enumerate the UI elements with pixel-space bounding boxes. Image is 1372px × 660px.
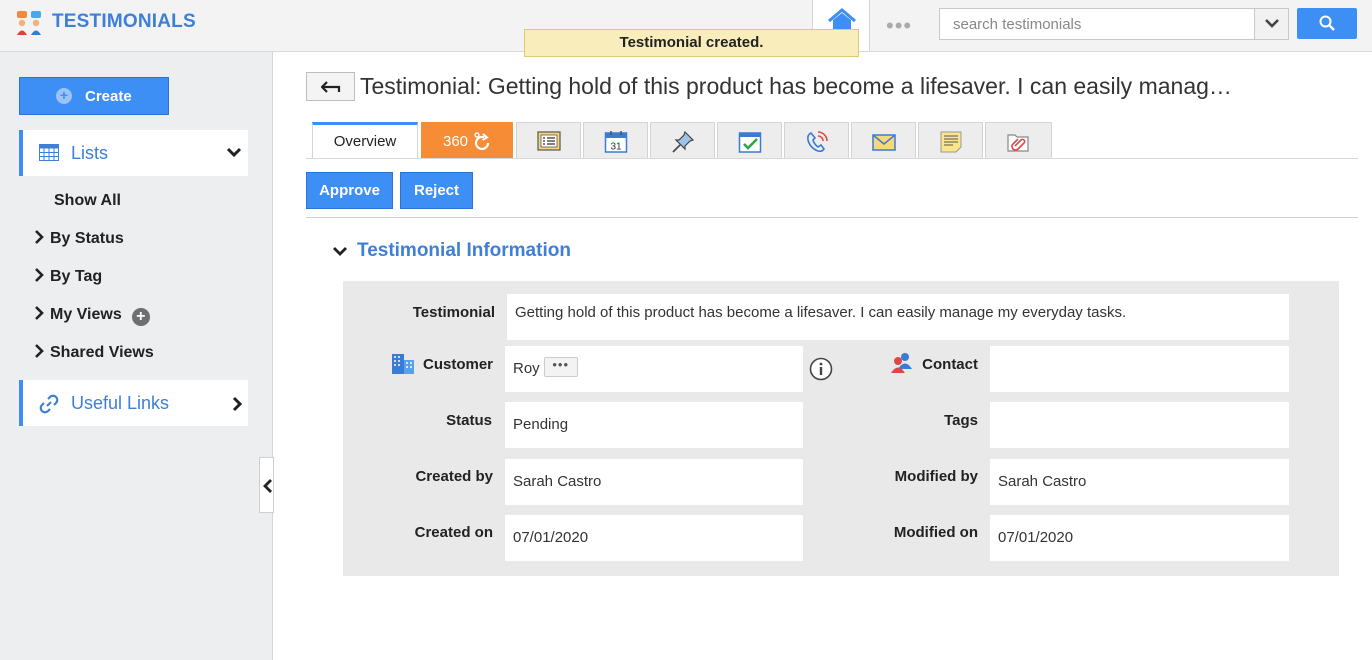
page-title: Testimonial: Getting hold of this produc… bbox=[360, 73, 1230, 99]
table-grid-icon bbox=[39, 144, 59, 161]
phone-icon bbox=[807, 131, 828, 153]
chevron-right-icon bbox=[35, 268, 44, 282]
field-label-status: Status bbox=[446, 412, 492, 429]
field-value-status: Pending bbox=[505, 402, 803, 448]
chevron-right-icon bbox=[35, 344, 44, 358]
chevron-down-icon bbox=[1265, 19, 1279, 28]
plus-circle-icon: + bbox=[56, 88, 72, 104]
useful-links-label: Useful Links bbox=[71, 393, 170, 413]
sidebar-item-shared-views[interactable]: Shared Views bbox=[34, 344, 154, 362]
form-icon bbox=[537, 131, 561, 151]
tab-call[interactable] bbox=[784, 122, 849, 159]
tab-form[interactable] bbox=[516, 122, 581, 159]
field-label-created-by: Created by bbox=[415, 468, 493, 485]
sidebar-lists-panel[interactable]: Lists bbox=[19, 130, 248, 176]
note-icon bbox=[940, 131, 962, 153]
approve-button[interactable]: Approve bbox=[306, 172, 393, 209]
sidebar-useful-links-panel[interactable]: Useful Links bbox=[19, 380, 248, 426]
app-title: TESTIMONIALS bbox=[52, 11, 196, 32]
sidebar-item-my-views[interactable]: My Views + bbox=[34, 306, 150, 326]
field-value-created-by: Sarah Castro bbox=[505, 459, 803, 505]
more-menu-button[interactable]: ••• bbox=[886, 13, 912, 39]
field-value-created-on: 07/01/2020 bbox=[505, 515, 803, 561]
sidebar-item-label: My Views bbox=[50, 306, 122, 323]
reject-button[interactable]: Reject bbox=[400, 172, 473, 209]
search-icon bbox=[1319, 15, 1335, 31]
sidebar-item-label: By Tag bbox=[50, 268, 103, 285]
sidebar-item-label: Shared Views bbox=[50, 344, 154, 361]
home-icon bbox=[828, 8, 856, 30]
refresh-icon bbox=[474, 132, 490, 151]
tab-overview[interactable]: Overview bbox=[312, 122, 418, 159]
lists-label: Lists bbox=[71, 143, 109, 163]
sidebar: + Create Lists Show All By Status By Tag… bbox=[0, 52, 273, 660]
attachment-icon bbox=[1007, 134, 1029, 152]
search-filter-dropdown[interactable] bbox=[1254, 9, 1288, 39]
back-button[interactable] bbox=[306, 72, 355, 101]
field-value-tags bbox=[990, 402, 1289, 448]
field-label-contact: Contact bbox=[922, 356, 978, 373]
chevron-right-icon bbox=[35, 306, 44, 320]
tab-360-label: 360 bbox=[443, 133, 469, 150]
customer-more-button[interactable]: ••• bbox=[543, 357, 578, 378]
field-label-tags: Tags bbox=[944, 412, 978, 429]
tab-task[interactable] bbox=[717, 122, 782, 159]
field-label-customer: Customer bbox=[422, 356, 493, 373]
field-value-modified-by: Sarah Castro bbox=[990, 459, 1289, 505]
sidebar-item-by-status[interactable]: By Status bbox=[34, 230, 124, 248]
field-label-modified-on: Modified on bbox=[893, 524, 978, 541]
contact-icon bbox=[891, 353, 912, 373]
sidebar-item-label: By Status bbox=[50, 230, 124, 247]
field-value-customer[interactable]: Roy ••• bbox=[505, 346, 803, 392]
tab-360[interactable]: 360 bbox=[421, 122, 513, 159]
field-value-modified-on: 07/01/2020 bbox=[990, 515, 1289, 561]
search-box bbox=[939, 8, 1289, 40]
sidebar-collapse-handle[interactable] bbox=[259, 457, 274, 513]
testimonials-logo-icon bbox=[17, 11, 41, 35]
customer-name[interactable]: Roy bbox=[513, 360, 540, 377]
sidebar-item-show-all[interactable]: Show All bbox=[54, 192, 121, 210]
search-button[interactable] bbox=[1297, 8, 1357, 39]
task-icon bbox=[738, 132, 762, 153]
search-input[interactable] bbox=[940, 9, 1254, 39]
field-label-testimonial: Testimonial bbox=[412, 304, 495, 321]
tabs-divider bbox=[306, 158, 1358, 159]
field-label-created-on: Created on bbox=[414, 524, 493, 541]
tab-attachments[interactable] bbox=[985, 122, 1052, 159]
calendar-icon: 31 bbox=[604, 131, 628, 153]
chevron-right-icon bbox=[35, 230, 44, 244]
pin-icon bbox=[672, 130, 695, 153]
tab-calendar[interactable]: 31 bbox=[583, 122, 648, 159]
link-icon bbox=[39, 394, 59, 414]
field-value-testimonial: Getting hold of this product has become … bbox=[507, 294, 1289, 340]
tab-email[interactable] bbox=[851, 122, 916, 159]
add-view-icon[interactable]: + bbox=[131, 308, 150, 326]
field-label-modified-by: Modified by bbox=[894, 468, 978, 485]
field-value-contact bbox=[990, 346, 1289, 392]
back-arrow-icon bbox=[321, 81, 341, 93]
info-icon[interactable] bbox=[809, 357, 833, 381]
toast-message: Testimonial created. bbox=[524, 29, 859, 57]
chevron-left-icon bbox=[263, 479, 272, 493]
create-button-label: Create bbox=[85, 88, 132, 105]
tab-pin[interactable] bbox=[650, 122, 715, 159]
sidebar-item-by-tag[interactable]: By Tag bbox=[34, 268, 102, 286]
chevron-down-icon bbox=[226, 147, 242, 158]
email-icon bbox=[872, 134, 896, 151]
chevron-right-icon bbox=[232, 396, 243, 412]
building-icon bbox=[392, 354, 414, 374]
tab-notes[interactable] bbox=[918, 122, 983, 159]
calendar-day-text: 31 bbox=[610, 142, 622, 153]
create-button[interactable]: + Create bbox=[19, 77, 169, 115]
section-title: Testimonial Information bbox=[357, 240, 571, 261]
chevron-down-icon bbox=[333, 247, 347, 256]
section-divider bbox=[306, 217, 1358, 218]
